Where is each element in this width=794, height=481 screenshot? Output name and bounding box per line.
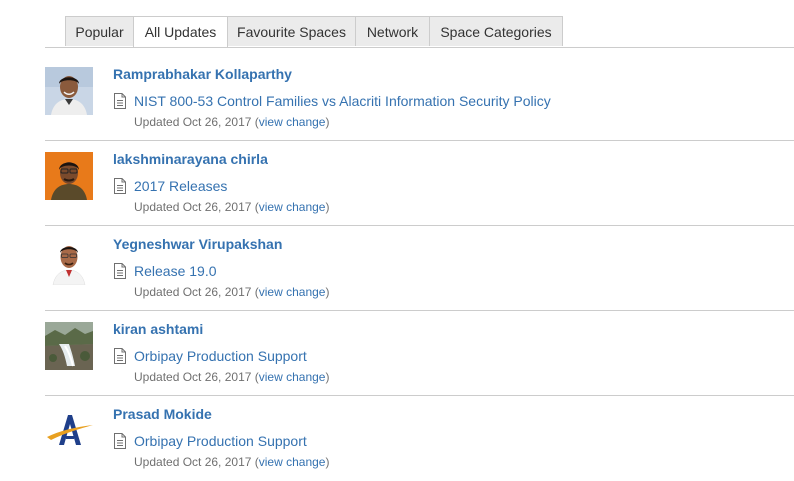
page-title-link[interactable]: 2017 Releases xyxy=(134,177,227,195)
list-item: Ramprabhakar Kollaparthy NIST 800-53 Con… xyxy=(45,56,794,141)
avatar[interactable] xyxy=(45,237,93,285)
user-name-link[interactable]: kiran ashtami xyxy=(113,321,203,337)
page-title-link[interactable]: Release 19.0 xyxy=(134,262,217,280)
person-photo-avatar xyxy=(45,237,93,285)
tab-popular[interactable]: Popular xyxy=(65,16,134,46)
page-icon xyxy=(114,348,126,364)
updated-info: Updated Oct 26, 2017 (view change) xyxy=(134,455,329,469)
view-change-link[interactable]: view change xyxy=(259,285,326,299)
page-title-link[interactable]: Orbipay Production Support xyxy=(134,432,307,450)
view-change-link[interactable]: view change xyxy=(259,115,326,129)
avatar[interactable] xyxy=(45,152,93,200)
updated-text: Updated Oct 26, 2017 ( xyxy=(134,285,259,299)
view-change-link[interactable]: view change xyxy=(259,455,326,469)
page-icon xyxy=(114,433,126,449)
updated-suffix: ) xyxy=(325,370,330,384)
updated-info: Updated Oct 26, 2017 (view change) xyxy=(134,115,329,129)
updated-text: Updated Oct 26, 2017 ( xyxy=(134,200,259,214)
page-icon xyxy=(114,263,126,279)
page-title-link[interactable]: NIST 800-53 Control Families vs Alacriti… xyxy=(134,92,551,110)
avatar[interactable] xyxy=(45,322,93,370)
updated-info: Updated Oct 26, 2017 (view change) xyxy=(134,285,329,299)
updated-suffix: ) xyxy=(325,455,330,469)
page-title-link[interactable]: Orbipay Production Support xyxy=(134,347,307,365)
view-change-link[interactable]: view change xyxy=(259,370,326,384)
updated-info: Updated Oct 26, 2017 (view change) xyxy=(134,200,329,214)
list-item: Prasad Mokide Orbipay Production Support… xyxy=(45,396,794,480)
updated-suffix: ) xyxy=(325,285,330,299)
user-name-link[interactable]: lakshminarayana chirla xyxy=(113,151,268,167)
user-name-link[interactable]: Ramprabhakar Kollaparthy xyxy=(113,66,292,82)
avatar[interactable] xyxy=(45,407,93,455)
activity-feed: Ramprabhakar Kollaparthy NIST 800-53 Con… xyxy=(45,56,794,480)
updated-suffix: ) xyxy=(325,115,330,129)
person-photo-avatar xyxy=(45,67,93,115)
tab-all-updates[interactable]: All Updates xyxy=(133,16,228,47)
updated-text: Updated Oct 26, 2017 ( xyxy=(134,115,259,129)
user-name-link[interactable]: Yegneshwar Virupakshan xyxy=(113,236,282,252)
list-item: kiran ashtami Orbipay Production Support… xyxy=(45,311,794,396)
updated-suffix: ) xyxy=(325,200,330,214)
person-photo-avatar xyxy=(45,152,93,200)
list-item: Yegneshwar Virupakshan Release 19.0 Upda… xyxy=(45,226,794,311)
updated-text: Updated Oct 26, 2017 ( xyxy=(134,370,259,384)
avatar[interactable] xyxy=(45,67,93,115)
tab-space-categories[interactable]: Space Categories xyxy=(429,16,563,46)
user-name-link[interactable]: Prasad Mokide xyxy=(113,406,212,422)
updated-text: Updated Oct 26, 2017 ( xyxy=(134,455,259,469)
page-icon xyxy=(114,178,126,194)
list-item: lakshminarayana chirla 2017 Releases Upd… xyxy=(45,141,794,226)
view-change-link[interactable]: view change xyxy=(259,200,326,214)
tab-bar: Popular All Updates Favourite Spaces Net… xyxy=(45,16,794,48)
alacriti-logo-avatar xyxy=(45,407,93,455)
landscape-photo-avatar xyxy=(45,322,93,370)
page-icon xyxy=(114,93,126,109)
tab-favourite-spaces[interactable]: Favourite Spaces xyxy=(227,16,356,46)
tab-network[interactable]: Network xyxy=(355,16,430,46)
updated-info: Updated Oct 26, 2017 (view change) xyxy=(134,370,329,384)
